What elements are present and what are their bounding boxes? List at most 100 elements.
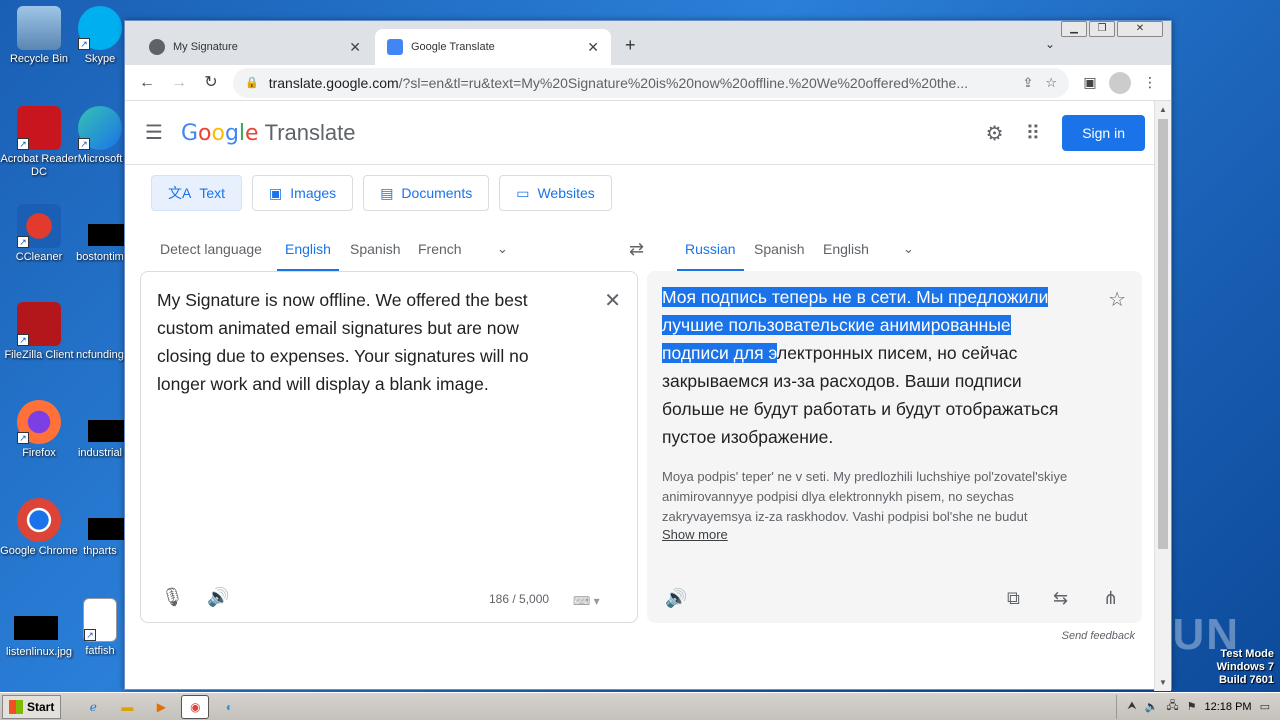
browser-toolbar: ← → ↻ 🔒 translate.google.com/?sl=en&tl=r…	[125, 65, 1171, 101]
sign-in-button[interactable]: Sign in	[1062, 115, 1145, 151]
mode-documents[interactable]: ▤ Documents	[363, 175, 490, 211]
share-translation-icon[interactable]: ⋔	[1103, 588, 1118, 609]
edge-icon: ↗	[78, 106, 122, 150]
swap-languages-icon[interactable]: ⇄	[629, 239, 644, 260]
close-tab-icon[interactable]: ✕	[587, 39, 599, 56]
desktop-icon-thparts[interactable]: thparts	[70, 498, 130, 558]
desktop-icon-label: Google Chrome	[0, 545, 78, 557]
desktop-icon-recycle-bin[interactable]: Recycle Bin	[0, 6, 78, 66]
desktop-icon-industrial[interactable]: industrial	[70, 400, 130, 460]
translation-text[interactable]: Моя подпись теперь не в сети. Мы предлож…	[662, 283, 1082, 451]
settings-gear-icon[interactable]: ⚙	[986, 121, 1004, 146]
target-lang-english[interactable]: English	[815, 229, 877, 271]
source-lang-french[interactable]: French	[410, 229, 470, 271]
flag-icon[interactable]: ⚑	[1187, 700, 1197, 713]
tab-title: Google Translate	[411, 41, 495, 53]
scroll-down-icon[interactable]: ▼	[1159, 678, 1167, 687]
google-translate-logo[interactable]: Google Translate	[181, 120, 356, 146]
desktop-icon-firefox[interactable]: ↗ Firefox	[0, 400, 78, 460]
page-content: ☰ Google Translate ⚙ ⠿ Sign in 文A Text ▣ …	[125, 101, 1155, 689]
back-button[interactable]: ←	[131, 69, 163, 97]
desktop-icon-acrobat[interactable]: ↗ Acrobat Reader DC	[0, 106, 78, 179]
url-text: translate.google.com/?sl=en&tl=ru&text=M…	[269, 75, 1011, 91]
website-icon: ▭	[516, 184, 530, 201]
apps-grid-icon[interactable]: ⠿	[1026, 121, 1041, 146]
start-label: Start	[27, 699, 55, 714]
desktop-icon-skype[interactable]: ↗ Skype	[70, 6, 130, 66]
send-feedback-link[interactable]: Send feedback	[1062, 630, 1135, 642]
side-panel-icon[interactable]: ▣	[1075, 74, 1105, 91]
clear-source-icon[interactable]: ✕	[604, 288, 621, 313]
target-more-chevron-icon[interactable]: ⌄	[903, 241, 914, 257]
start-button[interactable]: Start	[2, 694, 62, 719]
desktop-icon-chrome[interactable]: Google Chrome	[0, 498, 78, 558]
rate-translation-icon[interactable]: ⇆	[1053, 588, 1068, 609]
source-lang-spanish[interactable]: Spanish	[342, 229, 409, 271]
target-lang-spanish[interactable]: Spanish	[746, 229, 813, 271]
taskbar-ie-icon[interactable]: ℯ	[79, 695, 107, 719]
restore-button[interactable]: ❐	[1089, 21, 1115, 37]
listen-translation-icon[interactable]: 🔊	[665, 588, 687, 609]
product-name: Translate	[264, 119, 356, 145]
taskbar-edge-icon[interactable]: ◐	[215, 695, 243, 719]
copy-translation-icon[interactable]: ⧉	[1007, 588, 1020, 609]
desktop-icon-label: Skype	[84, 53, 116, 65]
taskbar-explorer-icon[interactable]: ▬	[113, 695, 141, 719]
taskbar-chrome-icon[interactable]: ◉	[181, 694, 210, 719]
microphone-icon[interactable]: 🎙	[161, 587, 184, 608]
close-window-button[interactable]: ✕	[1117, 21, 1163, 37]
show-more-link[interactable]: Show more	[662, 527, 728, 542]
scrollbar-thumb[interactable]	[1158, 119, 1168, 549]
mode-text[interactable]: 文A Text	[151, 175, 243, 211]
desktop-icon-bostontim[interactable]: bostontim	[70, 204, 130, 264]
source-lang-english[interactable]: English	[277, 229, 339, 271]
desktop-icon-listenlinux[interactable]: listenlinux.jpg	[0, 616, 78, 659]
desktop-icon-ncfunding[interactable]: ncfunding	[70, 302, 130, 362]
tab-my-signature[interactable]: My Signature ✕	[137, 29, 373, 65]
show-desktop-icon[interactable]: ▭	[1260, 700, 1270, 713]
page-scrollbar[interactable]: ▲ ▼	[1154, 101, 1171, 691]
minimize-button[interactable]: ▁	[1061, 21, 1087, 37]
close-tab-icon[interactable]: ✕	[349, 39, 361, 56]
desktop-icon-fatfish[interactable]: ↗ fatfish	[70, 598, 130, 658]
mode-websites[interactable]: ▭ Websites	[499, 175, 612, 211]
desktop-icon-label: Microsoft	[77, 153, 123, 165]
menu-kebab-icon[interactable]: ⋮	[1135, 74, 1165, 91]
address-bar[interactable]: 🔒 translate.google.com/?sl=en&tl=ru&text…	[233, 67, 1069, 98]
profile-avatar-icon[interactable]	[1109, 71, 1131, 94]
desktop-icon-ccleaner[interactable]: ↗ CCleaner	[0, 204, 78, 264]
mode-images[interactable]: ▣ Images	[252, 175, 354, 211]
new-tab-button[interactable]: +	[625, 35, 636, 56]
forward-button[interactable]: →	[163, 69, 195, 97]
save-translation-star-icon[interactable]: ☆	[1108, 287, 1126, 312]
tray-expand-icon[interactable]: ⮝	[1127, 700, 1136, 713]
desktop-icon-edge[interactable]: ↗ Microsoft	[70, 106, 130, 166]
source-more-chevron-icon[interactable]: ⌄	[497, 241, 508, 257]
source-text-panel[interactable]: My Signature is now offline. We offered …	[140, 271, 638, 623]
keyboard-icon[interactable]: ⌨ ▾	[573, 594, 600, 608]
source-textarea[interactable]: My Signature is now offline. We offered …	[157, 286, 577, 398]
desktop-icon-label: bostontim	[76, 251, 124, 263]
scroll-up-icon[interactable]: ▲	[1159, 105, 1167, 114]
share-icon[interactable]: ⇪	[1022, 75, 1033, 91]
desktop-icon-filezilla[interactable]: ↗ FileZilla Client	[0, 302, 78, 362]
taskbar-media-player-icon[interactable]: ▶	[147, 695, 175, 719]
system-tray: ⮝ 🔈 🖧 ⚑ 12:18 PM ▭	[1116, 694, 1280, 719]
tab-search-icon[interactable]: ⌄	[1045, 37, 1055, 51]
recycle-bin-icon	[17, 6, 61, 50]
reload-button[interactable]: ↻	[195, 69, 227, 97]
url-path: /?sl=en&tl=ru&text=My%20Signature%20is%2…	[398, 74, 968, 91]
tab-google-translate[interactable]: Google Translate ✕	[375, 29, 611, 65]
transliteration: Moya podpis' teper' ne v seti. My predlo…	[662, 469, 1068, 524]
desktop-icon-label: industrial	[77, 447, 123, 459]
volume-icon[interactable]: 🔈	[1145, 700, 1159, 713]
hamburger-menu-icon[interactable]: ☰	[145, 120, 163, 145]
mode-label: Text	[199, 185, 226, 201]
listen-source-icon[interactable]: 🔊	[207, 587, 229, 608]
network-icon[interactable]: 🖧	[1166, 697, 1178, 716]
source-lang-detect[interactable]: Detect language	[152, 229, 270, 271]
target-lang-russian[interactable]: Russian	[677, 229, 744, 271]
url-domain: translate.google.com	[268, 74, 399, 91]
bookmark-star-icon[interactable]: ☆	[1045, 75, 1057, 91]
clock[interactable]: 12:18 PM	[1205, 701, 1252, 713]
